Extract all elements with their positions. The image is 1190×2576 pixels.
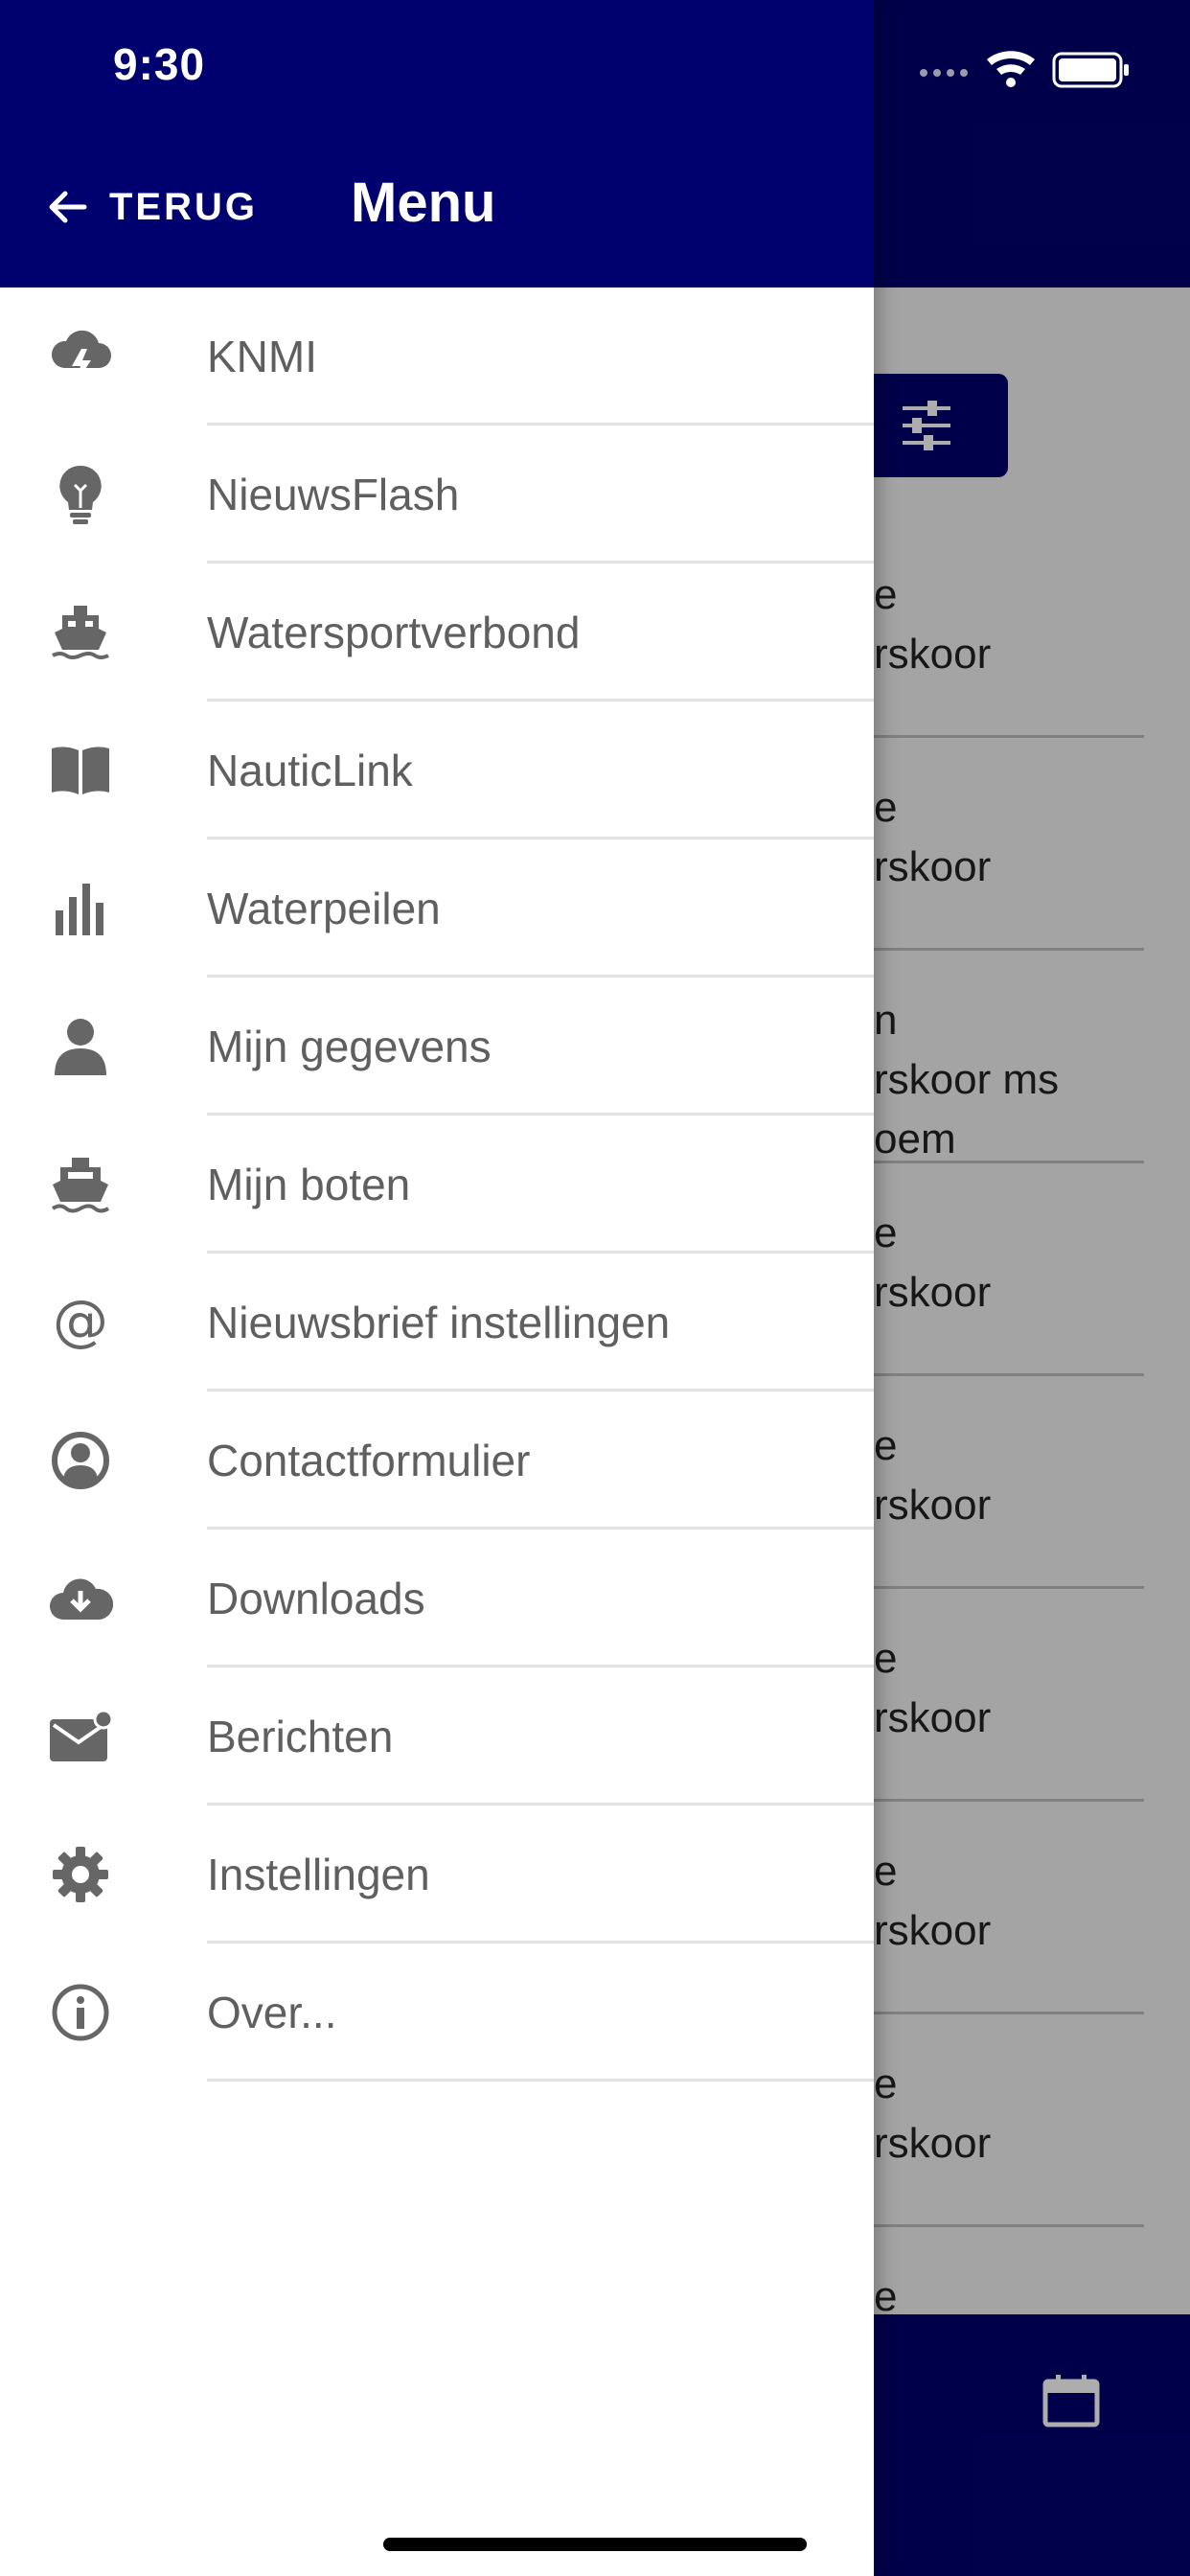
menu-item-watersportverbond[interactable]: Watersportverbond — [0, 564, 874, 702]
menu-item-label: Nieuwsbrief instellingen — [207, 1298, 671, 1347]
menu-item-downloads[interactable]: Downloads — [0, 1530, 874, 1668]
menu-item-label: Mijn gegevens — [207, 1022, 492, 1071]
menu-item-contactformulier[interactable]: Contactformulier — [0, 1392, 874, 1530]
menu-item-mijn-gegevens[interactable]: Mijn gegevens — [0, 978, 874, 1116]
arrow-back-icon — [49, 191, 87, 223]
menu-item-label: NieuwsFlash — [207, 470, 460, 519]
menu-item-knmi[interactable]: KNMI — [0, 288, 874, 426]
boat-icon — [46, 602, 115, 663]
status-bar-icons — [918, 42, 1138, 88]
bar-chart-icon — [46, 878, 115, 939]
account-circle-icon — [46, 1430, 115, 1491]
menu-item-nauticlink[interactable]: NauticLink — [0, 702, 874, 840]
at-icon: @ — [46, 1292, 115, 1353]
status-time: 9:30 — [113, 39, 206, 89]
weather-storm-icon — [46, 326, 115, 387]
menu-item-instellingen[interactable]: Instellingen — [0, 1806, 874, 1944]
menu-item-label: Downloads — [207, 1574, 425, 1623]
menu-item-label: Waterpeilen — [207, 884, 441, 933]
menu-item-label: Mijn boten — [207, 1160, 411, 1209]
person-icon — [46, 1016, 115, 1077]
signal-icon — [920, 69, 968, 77]
divider — [207, 2079, 874, 2082]
menu-item-label: Berichten — [207, 1712, 394, 1761]
menu-item-label: Contactformulier — [207, 1436, 531, 1485]
battery-icon — [1052, 52, 1129, 88]
home-indicator — [383, 2538, 807, 2551]
menu-item-label: KNMI — [207, 332, 317, 381]
menu-item-waterpeilen[interactable]: Waterpeilen — [0, 840, 874, 978]
menu-item-label: Watersportverbond — [207, 608, 581, 657]
menu-item-label: Over... — [207, 1988, 337, 2037]
menu-item-mijn-boten[interactable]: Mijn boten — [0, 1116, 874, 1254]
drawer-header: 9:30 TERUG Menu — [0, 0, 874, 288]
page-title: Menu — [351, 172, 496, 234]
menu-item-label: Instellingen — [207, 1850, 430, 1899]
gear-icon — [46, 1844, 115, 1905]
menu-item-berichten[interactable]: Berichten — [0, 1668, 874, 1806]
menu-item-nieuwsflash[interactable]: NieuwsFlash — [0, 426, 874, 564]
navigation-drawer: 9:30 TERUG Menu KNMI NieuwsFlash Waterspor… — [0, 0, 874, 2576]
menu-item-nieuwsbrief-instellingen[interactable]: @ Nieuwsbrief instellingen — [0, 1254, 874, 1392]
back-button[interactable]: TERUG — [46, 172, 258, 242]
cloud-download-icon — [46, 1568, 115, 1629]
svg-text:@: @ — [53, 1294, 108, 1351]
wifi-icon — [987, 51, 1035, 87]
lightbulb-icon — [46, 464, 115, 525]
menu-item-label: NauticLink — [207, 746, 413, 795]
back-label: TERUG — [109, 185, 258, 228]
info-icon — [46, 1982, 115, 2043]
ship-icon — [46, 1154, 115, 1215]
mail-badge-icon — [46, 1706, 115, 1767]
book-icon — [46, 740, 115, 801]
menu-item-over[interactable]: Over... — [0, 1944, 874, 2082]
